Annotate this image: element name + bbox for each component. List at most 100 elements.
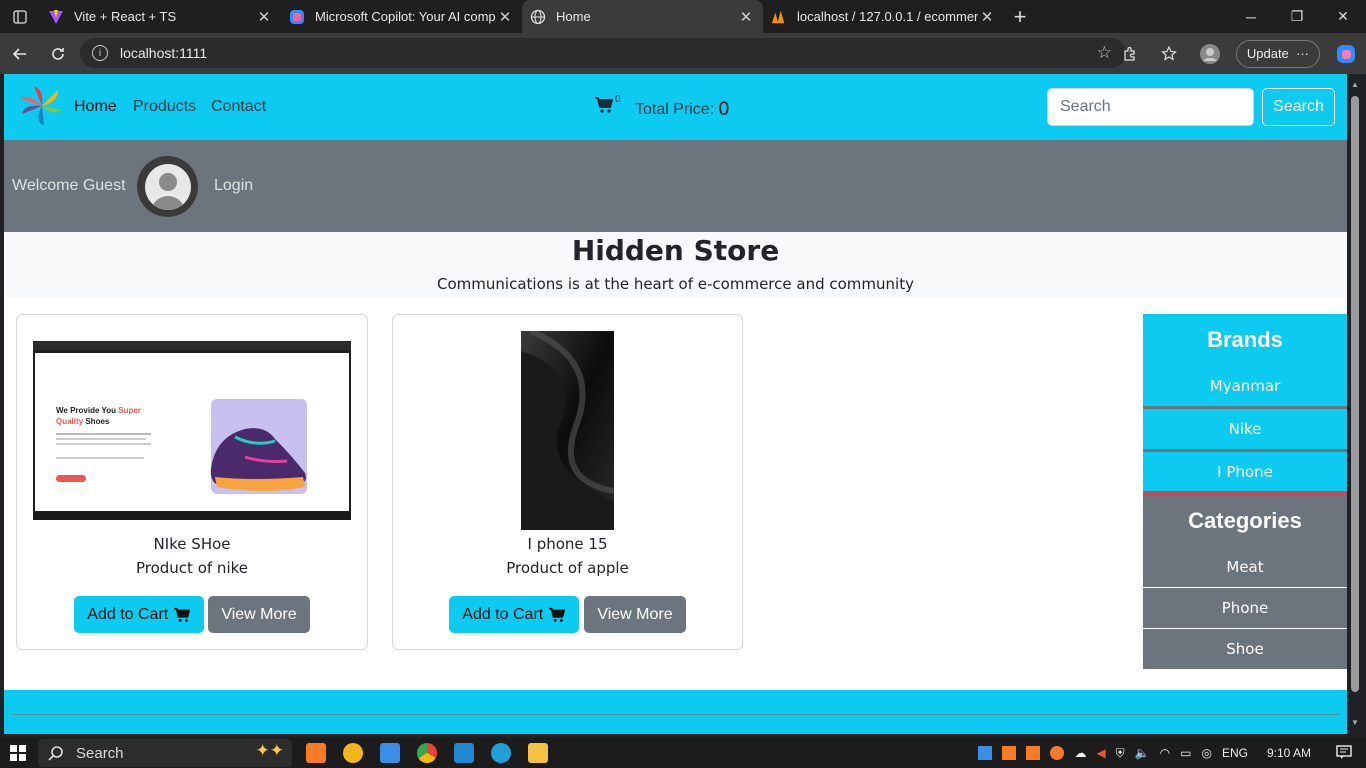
extensions-icon[interactable] <box>1110 46 1150 62</box>
favorites-icon[interactable] <box>1150 45 1190 62</box>
xampp-app-icon[interactable] <box>306 743 326 763</box>
vite-icon <box>48 9 64 25</box>
total-price-value: 0 <box>718 99 730 120</box>
close-tab-icon[interactable]: ✕ <box>255 8 273 26</box>
scroll-up-icon[interactable]: ▲ <box>1351 80 1359 89</box>
phpmyadmin-icon <box>771 9 787 25</box>
search-input[interactable]: Search <box>1047 88 1254 126</box>
category-item-shoe[interactable]: Shoe <box>1143 629 1347 670</box>
site-info-icon[interactable]: i <box>92 45 108 61</box>
tab-home[interactable]: Home ✕ <box>522 0 763 33</box>
tab-title: Home <box>556 9 591 24</box>
sparkle-icon: ✦✦ <box>255 741 285 760</box>
login-link[interactable]: Login <box>214 177 253 195</box>
brand-item-nike[interactable]: Nike <box>1143 409 1347 452</box>
close-tab-icon[interactable]: ✕ <box>978 8 996 26</box>
profile-avatar-icon[interactable] <box>1190 43 1230 65</box>
windows-start-icon[interactable] <box>10 745 26 766</box>
thumb-heading-accent: Super <box>118 406 141 415</box>
vscode-app-icon[interactable] <box>454 743 474 763</box>
add-to-cart-button[interactable]: Add to Cart <box>74 596 204 633</box>
chrome-app-icon[interactable] <box>417 743 437 763</box>
view-more-button[interactable]: View More <box>584 596 686 633</box>
onedrive-icon[interactable]: ☁ <box>1074 746 1086 760</box>
page-viewport: Home Products Contact 0 Total Price: 0 S… <box>4 74 1347 734</box>
update-button[interactable]: Update ··· <box>1235 39 1320 68</box>
tab-phpmyadmin[interactable]: localhost / 127.0.0.1 / ecommerce ✕ <box>763 0 1004 33</box>
brand-item-myanmar[interactable]: Myanmar <box>1143 366 1347 409</box>
product-image[interactable] <box>521 331 614 530</box>
copilot-sidebar-icon[interactable] <box>1326 43 1366 65</box>
close-tab-icon[interactable]: ✕ <box>737 8 755 26</box>
refresh-icon[interactable] <box>40 36 76 72</box>
cart-icon <box>595 97 614 113</box>
url-field[interactable]: i localhost:1111 ☆ <box>80 38 1126 68</box>
brands-heading: Brands <box>1143 314 1347 366</box>
tray-app-icon[interactable] <box>978 746 993 760</box>
security-shield-icon[interactable]: ⛨ <box>1116 746 1125 761</box>
tab-actions-icon[interactable] <box>0 0 40 33</box>
clock[interactable]: 9:10 AM <box>1267 746 1311 760</box>
globe-icon <box>530 9 546 25</box>
tray-xampp-icon[interactable] <box>1026 746 1041 760</box>
product-card: We Provide You Super Quality Shoes NIke … <box>16 314 368 650</box>
brand-item-iphone[interactable]: I Phone <box>1143 452 1347 495</box>
back-icon[interactable] <box>2 36 38 72</box>
search-placeholder: Search <box>1060 98 1111 115</box>
restore-icon[interactable]: ❐ <box>1274 0 1320 33</box>
add-to-cart-label: Add to Cart <box>462 605 544 623</box>
search-button[interactable]: Search <box>1262 88 1335 126</box>
browser-tab-strip: Vite + React + TS ✕ Microsoft Copilot: Y… <box>0 0 1366 33</box>
minimize-icon[interactable]: ─ <box>1228 0 1274 33</box>
scroll-down-icon[interactable]: ▼ <box>1351 718 1359 727</box>
page-scrollbar[interactable]: ▲ ▼ <box>1347 74 1366 734</box>
tray-app-icon[interactable]: ◎ <box>1201 746 1211 760</box>
volume-muted-icon[interactable]: 🔈 <box>1135 746 1150 760</box>
store-logo-icon[interactable] <box>18 84 64 128</box>
product-name: NIke SHoe <box>153 535 231 553</box>
app-icon[interactable] <box>343 743 363 763</box>
total-price-label: Total Price: <box>635 101 715 118</box>
thumb-heading-part: We Provide You <box>56 406 119 415</box>
nav-home[interactable]: Home <box>74 98 117 116</box>
add-to-cart-button[interactable]: Add to Cart <box>449 596 579 633</box>
tray-app-icon[interactable] <box>1050 746 1065 760</box>
product-image[interactable]: We Provide You Super Quality Shoes <box>33 341 351 520</box>
notifications-icon[interactable] <box>1336 744 1352 763</box>
add-to-cart-label: Add to Cart <box>87 605 169 623</box>
url-text: localhost:1111 <box>120 45 208 61</box>
system-tray: ☁ ◀ ⛨ 🔈 ◠ ▭ ◎ ENG 9:10 AM <box>973 738 1366 768</box>
wifi-icon[interactable]: ◠ <box>1160 746 1170 760</box>
windows-taskbar: Search ✦✦ ☁ ◀ ⛨ 🔈 ◠ ▭ ◎ ENG 9:10 AM <box>0 738 1366 768</box>
tab-copilot[interactable]: Microsoft Copilot: Your AI compa ✕ <box>281 0 522 33</box>
view-more-button[interactable]: View More <box>208 596 310 633</box>
taskbar-search[interactable]: Search ✦✦ <box>38 739 292 767</box>
guest-avatar <box>137 156 198 217</box>
edge-app-icon[interactable] <box>491 743 511 763</box>
monitor-app-icon[interactable] <box>380 743 400 763</box>
thumb-heading-part: Shoes <box>83 417 110 426</box>
category-item-meat[interactable]: Meat <box>1143 547 1347 588</box>
cart-button[interactable]: 0 <box>594 94 621 118</box>
nav-contact[interactable]: Contact <box>211 98 266 116</box>
store-subtitle: Communications is at the heart of e-comm… <box>437 275 914 293</box>
product-description: Product of nike <box>135 559 248 577</box>
new-tab-icon[interactable]: + <box>1004 4 1036 30</box>
tab-vite[interactable]: Vite + React + TS ✕ <box>40 0 281 33</box>
battery-icon[interactable]: ▭ <box>1180 746 1191 760</box>
tray-xampp-icon[interactable] <box>1002 746 1017 760</box>
file-explorer-app-icon[interactable] <box>528 743 548 763</box>
tab-title: Vite + React + TS <box>74 9 177 24</box>
close-tab-icon[interactable]: ✕ <box>496 8 514 26</box>
nav-products[interactable]: Products <box>133 98 196 116</box>
close-window-icon[interactable]: ✕ <box>1320 0 1366 33</box>
scrollbar-thumb[interactable] <box>1351 96 1359 692</box>
total-price: Total Price: 0 <box>635 98 729 120</box>
category-item-phone[interactable]: Phone <box>1143 588 1347 629</box>
sidebar: Brands Myanmar Nike I Phone Categories M… <box>1143 314 1347 670</box>
store-navbar: Home Products Contact 0 Total Price: 0 S… <box>4 74 1347 140</box>
language-indicator[interactable]: ENG <box>1222 746 1248 760</box>
product-description: Product of apple <box>506 559 629 577</box>
tray-app-icon[interactable]: ◀ <box>1096 746 1105 760</box>
product-name: I phone 15 <box>527 535 608 553</box>
